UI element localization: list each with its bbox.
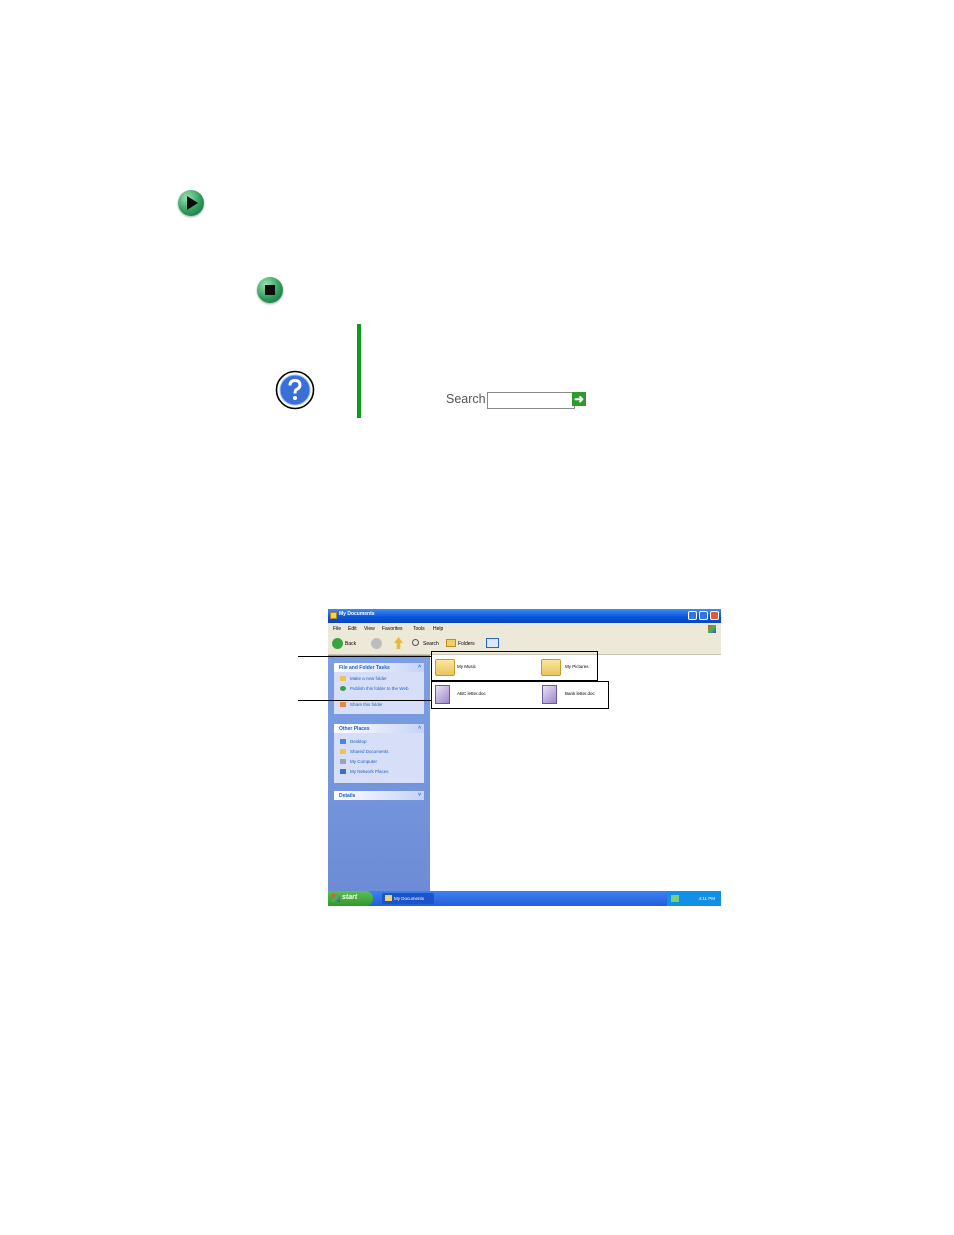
- callout-line-documents: [298, 700, 431, 701]
- system-tray: 4:11 PM: [667, 891, 721, 906]
- search-go-button[interactable]: ➜: [572, 392, 586, 406]
- my-network-places-link[interactable]: My Network Places: [350, 769, 389, 774]
- help-question-icon: [275, 370, 315, 410]
- menu-tools[interactable]: Tools: [413, 626, 425, 632]
- taskbar-item-my-documents[interactable]: My Documents: [382, 893, 434, 904]
- callout-box-documents: [431, 681, 609, 709]
- details-header[interactable]: Details ˅: [334, 791, 424, 800]
- collapse-chevron-icon[interactable]: ˄: [418, 664, 421, 670]
- network-places-icon: [340, 769, 346, 774]
- search-label: Search: [446, 392, 486, 406]
- folder-icon: [385, 895, 392, 901]
- close-button[interactable]: [710, 611, 719, 620]
- folder-icon: [330, 612, 337, 619]
- callout-line-folders: [298, 656, 431, 657]
- clock: 4:11 PM: [698, 896, 715, 901]
- search-magnifier-icon[interactable]: [412, 639, 419, 646]
- shared-documents-link[interactable]: Shared Documents: [350, 749, 389, 754]
- search-input[interactable]: [487, 392, 575, 409]
- folders-icon[interactable]: [446, 639, 456, 647]
- taskbar: start My Documents 4:11 PM: [328, 891, 721, 906]
- window-title: My Documents: [339, 611, 375, 617]
- share-folder-link[interactable]: Share this folder: [350, 702, 383, 707]
- collapse-chevron-icon[interactable]: ˄: [418, 725, 421, 731]
- other-places-header[interactable]: Other Places ˄: [334, 724, 424, 733]
- windows-flag-icon: [332, 894, 340, 902]
- file-folder-tasks-header[interactable]: File and Folder Tasks ˄: [334, 663, 424, 672]
- other-places-panel: [334, 733, 424, 783]
- expand-chevron-icon[interactable]: ˅: [418, 792, 421, 798]
- my-computer-icon: [340, 759, 346, 764]
- menu-file[interactable]: File: [333, 626, 341, 632]
- task-pane: File and Folder Tasks ˄ Make a new folde…: [328, 655, 430, 891]
- new-folder-icon: [340, 676, 346, 681]
- window-titlebar: My Documents: [328, 609, 721, 623]
- back-arrow-icon[interactable]: [332, 638, 343, 649]
- start-button[interactable]: start: [328, 891, 373, 906]
- search-toolbar-button[interactable]: Search: [423, 641, 439, 647]
- tip-margin-bar: [357, 324, 361, 418]
- maximize-button[interactable]: [699, 611, 708, 620]
- procedure-start-icon: [178, 190, 204, 216]
- callout-box-folders: [431, 651, 598, 681]
- desktop-icon: [340, 739, 346, 744]
- make-new-folder-link[interactable]: Make a new folder: [350, 676, 387, 681]
- desktop-link[interactable]: Desktop: [350, 739, 367, 744]
- publish-folder-link[interactable]: Publish this folder to the Web: [350, 686, 408, 691]
- play-arrow-icon: [187, 196, 198, 210]
- forward-arrow-icon[interactable]: [371, 638, 382, 649]
- back-button[interactable]: Back: [345, 641, 356, 647]
- menu-help[interactable]: Help: [433, 626, 443, 632]
- stop-square-icon: [265, 285, 275, 295]
- share-folder-icon: [340, 702, 346, 707]
- up-folder-icon[interactable]: [394, 637, 403, 649]
- menu-view[interactable]: View: [364, 626, 375, 632]
- publish-web-icon: [340, 686, 346, 691]
- views-icon[interactable]: [486, 638, 499, 648]
- menu-favorites[interactable]: Favorites: [382, 626, 403, 632]
- menu-edit[interactable]: Edit: [348, 626, 357, 632]
- tray-icon[interactable]: [671, 895, 679, 902]
- windows-logo-icon: [708, 625, 716, 633]
- minimize-button[interactable]: [688, 611, 697, 620]
- shared-documents-icon: [340, 749, 346, 754]
- procedure-end-icon: [257, 277, 283, 303]
- folders-button[interactable]: Folders: [458, 641, 475, 647]
- my-computer-link[interactable]: My Computer: [350, 759, 377, 764]
- menu-bar: File Edit View Favorites Tools Help: [328, 623, 721, 634]
